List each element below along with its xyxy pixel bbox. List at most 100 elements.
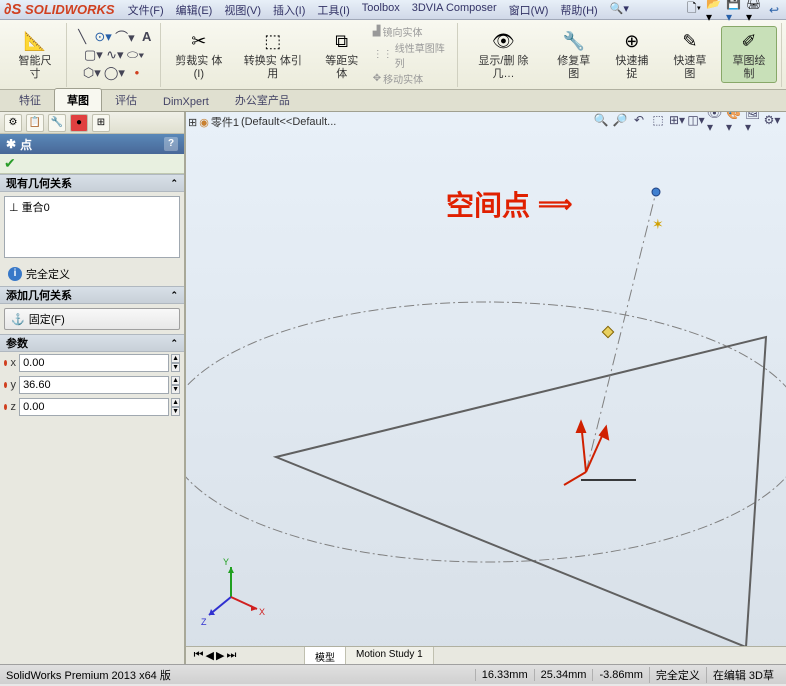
parameters-header[interactable]: 参数⌃ bbox=[0, 334, 184, 352]
pattern-icon: ⋮⋮ bbox=[373, 49, 393, 60]
repair-button[interactable]: 🔧修复草 图 bbox=[547, 27, 601, 81]
relations-listbox[interactable]: ⊥ 重合0 bbox=[4, 196, 180, 258]
view-settings-icon[interactable]: ⚙▾ bbox=[764, 112, 780, 128]
smart-dimension-button[interactable]: 📐 智能尺 寸 bbox=[8, 27, 62, 81]
tab-sketch[interactable]: 草图 bbox=[54, 88, 102, 111]
sketch-edit-button[interactable]: ✐草图绘 制 bbox=[721, 26, 777, 82]
add-relations-header[interactable]: 添加几何关系⌃ bbox=[0, 286, 184, 304]
menu-edit[interactable]: 编辑(E) bbox=[171, 0, 218, 20]
menu-insert[interactable]: 插入(I) bbox=[268, 0, 310, 20]
tab-dimxpert[interactable]: DimXpert bbox=[150, 92, 222, 111]
quick-sketch-button[interactable]: ✎快速草 图 bbox=[663, 27, 717, 81]
product-version: SolidWorks Premium 2013 x64 版 bbox=[6, 667, 171, 683]
mirror-icon: ▟ bbox=[373, 26, 381, 37]
text-tool-icon[interactable]: A bbox=[138, 28, 156, 46]
status-edit-mode: 在编辑 3D草 bbox=[706, 667, 780, 683]
rect-tool-icon[interactable]: ▢▾ bbox=[84, 46, 103, 64]
fix-relation-button[interactable]: ⚓固定(F) bbox=[4, 308, 180, 330]
menu-help[interactable]: 帮助(H) bbox=[555, 0, 602, 20]
arc-tool-icon[interactable]: ⌒▾ bbox=[115, 28, 135, 46]
prev-view-icon[interactable]: ↶ bbox=[631, 112, 647, 128]
spinner-down[interactable]: ▼ bbox=[171, 407, 180, 416]
appearance-tab-icon[interactable]: ● bbox=[70, 114, 88, 132]
tab-evaluate[interactable]: 评估 bbox=[102, 88, 150, 111]
zoom-area-icon[interactable]: 🔎 bbox=[612, 112, 628, 128]
tab-nav-first-icon[interactable]: ⏮ bbox=[194, 649, 204, 662]
param-y-label: y bbox=[9, 379, 17, 391]
feature-tree-tab-icon[interactable]: ⚙ bbox=[4, 114, 22, 132]
fly-out-tree[interactable]: ⊞ ◉ 零件1 (Default<<Default... bbox=[188, 114, 336, 130]
relation-item[interactable]: 重合0 bbox=[22, 199, 50, 215]
menu-tools[interactable]: 工具(I) bbox=[312, 0, 354, 20]
graphics-viewport[interactable]: ⊞ ◉ 零件1 (Default<<Default... 🔍 🔎 ↶ ⬚ ⊞▾ … bbox=[186, 112, 786, 664]
ribbon-group-dimension: 📐 智能尺 寸 bbox=[4, 23, 67, 87]
param-x-input[interactable] bbox=[19, 354, 169, 372]
tab-feature[interactable]: 特征 bbox=[6, 88, 54, 111]
zoom-fit-icon[interactable]: 🔍 bbox=[593, 112, 609, 128]
display-style-icon[interactable]: ◫▾ bbox=[688, 112, 704, 128]
param-z-input[interactable] bbox=[19, 398, 169, 416]
spline-tool-icon[interactable]: ∿▾ bbox=[106, 46, 124, 64]
spinner-down[interactable]: ▼ bbox=[171, 385, 180, 394]
param-x-label: x bbox=[9, 357, 17, 369]
save-icon[interactable]: 💾▾ bbox=[726, 2, 742, 18]
spinner-up[interactable]: ▲ bbox=[171, 376, 180, 385]
spinner-up[interactable]: ▲ bbox=[171, 398, 180, 407]
tab-nav-next-icon[interactable]: ▶ bbox=[216, 649, 224, 662]
menu-composer[interactable]: 3DVIA Composer bbox=[407, 0, 502, 20]
spinner-down[interactable]: ▼ bbox=[171, 363, 180, 372]
param-y-input[interactable] bbox=[19, 376, 169, 394]
snap-icon: ⊕ bbox=[620, 29, 644, 53]
undo-icon[interactable]: ↩ bbox=[766, 2, 782, 18]
polygon-tool-icon[interactable]: ⬡▾ bbox=[83, 64, 101, 82]
existing-relations-header[interactable]: 现有几何关系⌃ bbox=[0, 174, 184, 192]
view-orientation-icon[interactable]: ⊞▾ bbox=[669, 112, 685, 128]
expand-icon[interactable]: ⊞ bbox=[188, 116, 197, 129]
dimxpert-tab-icon[interactable]: ⊞ bbox=[92, 114, 110, 132]
slot-tool-icon[interactable]: ⬭▾ bbox=[127, 46, 145, 64]
part-name[interactable]: 零件1 bbox=[211, 114, 239, 130]
menu-view[interactable]: 视图(V) bbox=[219, 0, 266, 20]
panel-title: ✱ 点 ? bbox=[0, 134, 184, 154]
trim-button[interactable]: ✂剪裁实 体(I) bbox=[167, 27, 231, 81]
tab-motion-study[interactable]: Motion Study 1 bbox=[346, 647, 434, 664]
spinner-up[interactable]: ▲ bbox=[171, 354, 180, 363]
status-definition: 完全定义 bbox=[649, 667, 706, 683]
quick-snap-button[interactable]: ⊕快速捕 捉 bbox=[605, 27, 659, 81]
tab-model[interactable]: 模型 bbox=[304, 647, 346, 664]
menu-window[interactable]: 窗口(W) bbox=[504, 0, 554, 20]
apply-scene-icon[interactable]: 🖼▾ bbox=[745, 112, 761, 128]
property-tab-icon[interactable]: 📋 bbox=[26, 114, 44, 132]
new-icon[interactable]: 🗋▾ bbox=[686, 2, 702, 18]
ribbon-group-display: 👁显示/删 除几… 🔧修复草 图 ⊕快速捕 捉 ✎快速草 图 ✐草图绘 制 bbox=[460, 23, 782, 87]
print-icon[interactable]: 🖨▾ bbox=[746, 2, 762, 18]
annotation-label: 空间点 ⟹ bbox=[446, 184, 564, 224]
section-view-icon[interactable]: ⬚ bbox=[650, 112, 666, 128]
menu-file[interactable]: 文件(F) bbox=[123, 0, 169, 20]
work-area: ⚙ 📋 🔧 ● ⊞ ✱ 点 ? ✔ 现有几何关系⌃ ⊥ 重合0 i 完全定义 bbox=[0, 112, 786, 664]
show-hide-button[interactable]: 👁显示/删 除几… bbox=[464, 27, 543, 81]
ok-check-icon[interactable]: ✔ bbox=[4, 155, 16, 172]
quicksketch-icon: ✎ bbox=[678, 29, 702, 53]
point-tool-icon[interactable]: • bbox=[128, 64, 146, 82]
edit-appearance-icon[interactable]: 🎨▾ bbox=[726, 112, 742, 128]
offset-button[interactable]: ⧉等距实 体 bbox=[315, 27, 369, 81]
ellipse-tool-icon[interactable]: ◯▾ bbox=[104, 64, 125, 82]
tab-nav-last-icon[interactable]: ⏭ bbox=[226, 649, 236, 662]
help-icon[interactable]: ? bbox=[164, 137, 178, 151]
convert-button[interactable]: ⬚转换实 体引用 bbox=[235, 27, 311, 81]
open-icon[interactable]: 📂▾ bbox=[706, 2, 722, 18]
menu-toolbox[interactable]: Toolbox bbox=[357, 0, 405, 20]
hide-show-icon[interactable]: 👁▾ bbox=[707, 112, 723, 128]
circle-tool-icon[interactable]: ⊙▾ bbox=[94, 28, 112, 46]
point-entity-icon: ✱ bbox=[6, 137, 16, 151]
part-icon: ◉ bbox=[199, 116, 209, 129]
param-z-row: z ▲▼ bbox=[0, 396, 184, 418]
tab-nav-prev-icon[interactable]: ◀ bbox=[206, 649, 214, 662]
command-manager-tabs: 特征 草图 评估 DimXpert 办公室产品 bbox=[0, 90, 786, 112]
config-tab-icon[interactable]: 🔧 bbox=[48, 114, 66, 132]
line-tool-icon[interactable]: ╲ bbox=[73, 28, 91, 46]
collapse-caret-icon: ⌃ bbox=[170, 178, 178, 189]
menu-search-icon[interactable]: 🔍▾ bbox=[605, 0, 634, 20]
tab-office[interactable]: 办公室产品 bbox=[222, 88, 303, 111]
